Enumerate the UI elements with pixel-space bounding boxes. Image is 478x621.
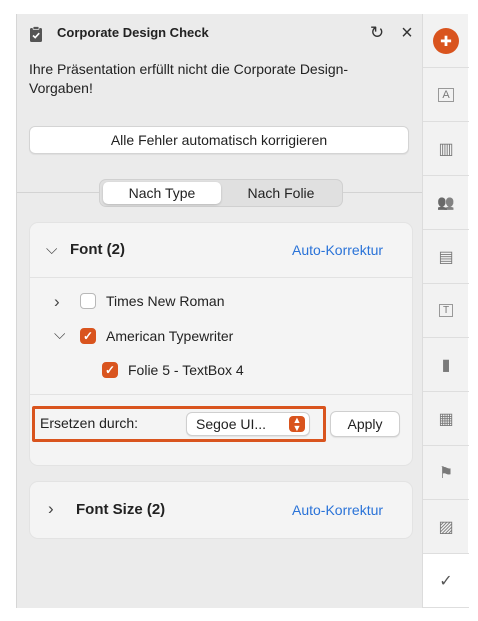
sidebar-item-people[interactable]: 👥 [423,176,469,230]
times-new-roman-checkbox[interactable] [80,293,96,309]
sidebar-item-tables[interactable]: ▦ [423,392,469,446]
american-typewriter-checkbox[interactable]: ✓ [80,328,96,344]
sidebar-item-library[interactable]: ▥ [423,122,469,176]
design-check-icon: ✓ [439,572,453,590]
panel-title: Corporate Design Check [57,25,209,40]
card-divider [30,394,412,395]
font-issue-card: ⌵ Font (2) Auto-Korrektur › Times New Ro… [29,222,413,466]
replacement-font-select[interactable]: Segoe UI... ▲ ▼ [186,412,310,436]
font-size-issue-card: › Font Size (2) Auto-Korrektur [29,481,413,539]
sidebar-item-charts[interactable]: ▮ [423,338,469,392]
chevron-right-icon[interactable]: › [54,292,60,312]
replace-with-label: Ersetzen durch: [40,415,139,431]
fix-all-button[interactable]: Alle Fehler automatisch korrigieren [29,126,409,154]
tab-by-type[interactable]: Nach Type [103,182,221,204]
image-icon: ▨ [438,518,454,536]
people-icon: 👥 [437,194,455,210]
sidebar-item-text-styles[interactable]: A [423,68,469,122]
location-icon: ⚑ [438,464,454,482]
chart-icon: ▮ [441,356,451,374]
sidebar-item-images[interactable]: ▨ [423,500,469,554]
sidebar-item-brand[interactable]: ✚ [423,14,469,68]
panel-titlebar: Corporate Design Check ↻ × [17,14,423,54]
font-section-title[interactable]: Font (2) [70,241,125,258]
tab-by-slide[interactable]: Nach Folie [223,182,339,204]
table-icon: ▦ [438,410,454,428]
text-style-icon: A [438,87,454,102]
text-box-icon: T [438,304,454,317]
select-arrows-icon: ▲ ▼ [289,416,305,433]
sidebar-item-layouts[interactable]: ▤ [423,230,469,284]
clipboard-check-icon [30,26,42,42]
font-size-auto-correct-link[interactable]: Auto-Korrektur [292,502,383,518]
library-icon: ▥ [438,140,454,158]
view-mode-segmented-control: Nach Type Nach Folie [99,179,343,207]
replace-font-row: Ersetzen durch: Segoe UI... ▲ ▼ Apply [30,398,412,466]
font-size-section-title[interactable]: Font Size (2) [76,501,165,518]
sidebar-item-locations[interactable]: ⚑ [423,446,469,500]
slide-5-textbox-4-checkbox[interactable]: ✓ [102,362,118,378]
layout-icon: ▤ [438,248,454,266]
sidebar-item-text-boxes[interactable]: T [423,284,469,338]
font-item-american-typewriter: American Typewriter [106,328,234,344]
refresh-icon[interactable]: ↻ [367,23,387,43]
apply-button[interactable]: Apply [330,411,400,437]
brand-logo-icon: ✚ [433,27,459,54]
design-check-panel: Corporate Design Check ↻ × Ihre Präsenta… [16,14,423,608]
sidebar-item-design-check[interactable]: ✓ [423,554,469,608]
tool-sidebar: ✚ A ▥ 👥 ▤ T ▮ ▦ ⚑ ▨ ✓ [422,14,469,608]
chevron-down-icon[interactable]: ⌵ [54,326,65,343]
replacement-font-value: Segoe UI... [196,416,267,432]
chevron-right-icon[interactable]: › [48,499,54,519]
chevron-down-icon[interactable]: ⌵ [46,241,57,258]
card-divider [30,277,412,278]
occurrence-slide-5-textbox-4: Folie 5 - TextBox 4 [128,362,244,378]
status-message: Ihre Präsentation erfüllt nicht die Corp… [29,61,349,96]
close-icon[interactable]: × [397,23,417,43]
font-auto-correct-link[interactable]: Auto-Korrektur [292,242,383,258]
font-item-times-new-roman: Times New Roman [106,293,225,309]
